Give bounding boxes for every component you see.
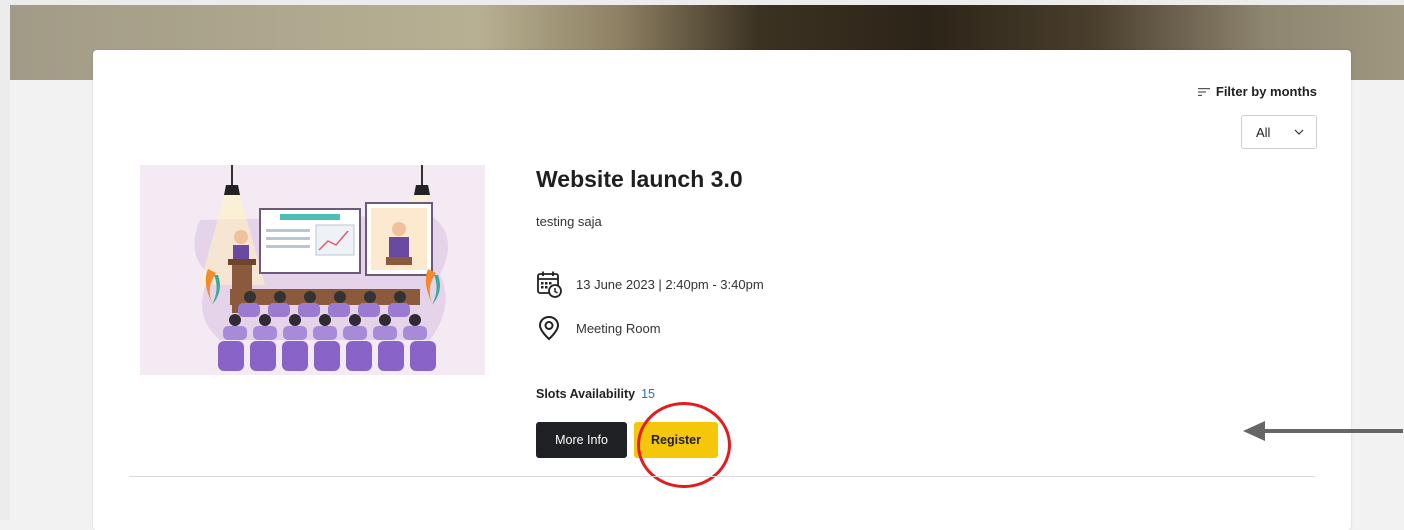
event-illustration[interactable] [140, 165, 485, 375]
event-description: testing saja [536, 214, 602, 229]
event-card: Filter by months All Website launch 3.0 … [93, 50, 1351, 530]
filter-lines-icon [1197, 87, 1210, 96]
top-edge [0, 0, 1404, 5]
month-select[interactable]: All [1241, 115, 1317, 149]
chevron-down-icon [1294, 129, 1304, 135]
month-select-value: All [1256, 124, 1271, 140]
annotation-arrow-icon [1243, 421, 1403, 441]
slots-label: Slots Availability [536, 387, 636, 401]
slots-availability: Slots Availability 15 [536, 387, 655, 401]
event-datetime-text: 13 June 2023 | 2:40pm - 3:40pm [576, 276, 764, 292]
filter-label: Filter by months [1215, 84, 1317, 99]
event-title: Website launch 3.0 [536, 166, 743, 192]
more-info-button[interactable]: More Info [536, 422, 627, 458]
calendar-clock-icon [537, 271, 562, 298]
location-pin-icon [538, 315, 560, 341]
event-location: Meeting Room [536, 315, 661, 341]
event-datetime: 13 June 2023 | 2:40pm - 3:40pm [536, 270, 764, 298]
slots-count: 15 [641, 387, 656, 401]
filter-by-months: Filter by months [1197, 84, 1317, 99]
divider [129, 476, 1315, 477]
left-edge [0, 0, 10, 520]
event-location-text: Meeting Room [576, 320, 661, 336]
